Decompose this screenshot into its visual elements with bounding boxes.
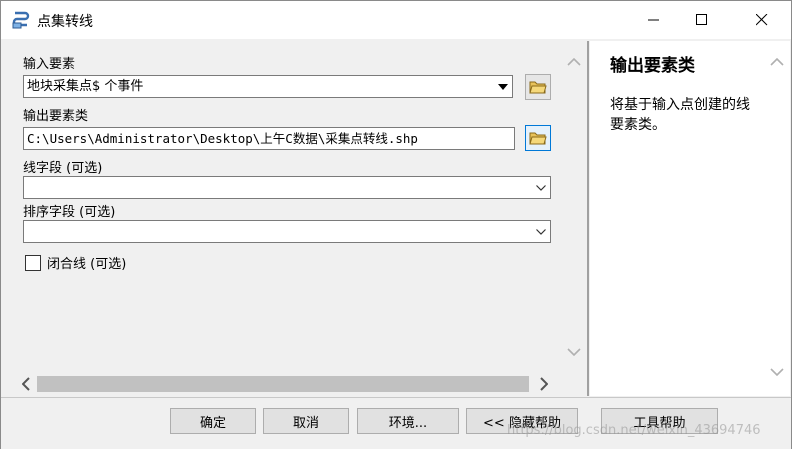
close-line-checkbox[interactable]	[25, 254, 41, 271]
ok-button[interactable]: 确定	[170, 408, 256, 434]
help-text: 将基于输入点创建的线要素类。	[610, 97, 750, 133]
input-browse-button[interactable]	[525, 74, 551, 100]
chevron-down-icon[interactable]	[532, 221, 550, 242]
pane-splitter[interactable]	[587, 41, 589, 396]
output-browse-button[interactable]	[525, 125, 551, 151]
tool-dialog: 点集转线 输入要素 地块采集点$ 个事件 输出要素类 C:\Users\Admi…	[0, 0, 792, 449]
folder-open-icon	[529, 81, 547, 94]
scroll-up-icon[interactable]	[563, 51, 585, 73]
output-fc-input[interactable]: C:\Users\Administrator\Desktop\上午C数据\采集点…	[23, 127, 515, 150]
output-fc-label: 输出要素类	[23, 109, 89, 124]
close-line-label: 闭合线 (可选)	[47, 257, 127, 272]
close-button[interactable]	[739, 1, 785, 39]
parameters-horizontal-scrollbar[interactable]	[15, 373, 555, 395]
close-icon	[756, 14, 768, 26]
line-field-label: 线字段 (可选)	[23, 161, 103, 176]
minimize-button[interactable]	[631, 1, 677, 39]
window-title: 点集转线	[37, 14, 93, 30]
scroll-down-icon[interactable]	[563, 341, 585, 363]
toolbox-script-icon	[11, 10, 31, 30]
title-bar: 点集转线	[1, 1, 791, 39]
parameters-pane: 输入要素 地块采集点$ 个事件 输出要素类 C:\Users\Administr…	[7, 41, 585, 396]
scroll-down-icon[interactable]	[766, 361, 788, 383]
help-pane: 输出要素类 将基于输入点创建的线要素类。	[590, 41, 790, 396]
scroll-left-icon[interactable]	[15, 373, 37, 395]
line-field-select[interactable]	[23, 176, 551, 199]
sort-field-select[interactable]	[23, 220, 551, 243]
environments-button[interactable]: 环境...	[357, 408, 459, 434]
input-features-value: 地块采集点$ 个事件	[27, 79, 144, 94]
help-vertical-scrollbar[interactable]	[766, 41, 788, 386]
watermark: https://blog.csdn.net/weixin_43694746	[507, 423, 761, 438]
minimize-icon	[648, 19, 659, 21]
button-bar: 确定 取消 环境... << 隐藏帮助 工具帮助 https://blog.cs…	[1, 397, 791, 449]
folder-open-icon	[529, 132, 547, 145]
maximize-button[interactable]	[679, 1, 725, 39]
help-title: 输出要素类	[610, 56, 695, 76]
input-features-combo[interactable]: 地块采集点$ 个事件	[23, 75, 513, 98]
output-fc-value: C:\Users\Administrator\Desktop\上午C数据\采集点…	[27, 131, 418, 146]
close-line-row[interactable]: 闭合线 (可选)	[25, 253, 126, 272]
maximize-icon	[696, 14, 707, 25]
dropdown-arrow-icon[interactable]	[494, 76, 512, 97]
cancel-button[interactable]: 取消	[263, 408, 349, 434]
sort-field-label: 排序字段 (可选)	[23, 205, 116, 220]
scroll-up-icon[interactable]	[766, 51, 788, 73]
scroll-right-icon[interactable]	[533, 373, 555, 395]
chevron-down-icon[interactable]	[532, 177, 550, 198]
parameters-vertical-scrollbar[interactable]	[563, 41, 585, 376]
input-features-label: 输入要素	[23, 57, 76, 72]
scrollbar-thumb[interactable]	[37, 376, 529, 392]
